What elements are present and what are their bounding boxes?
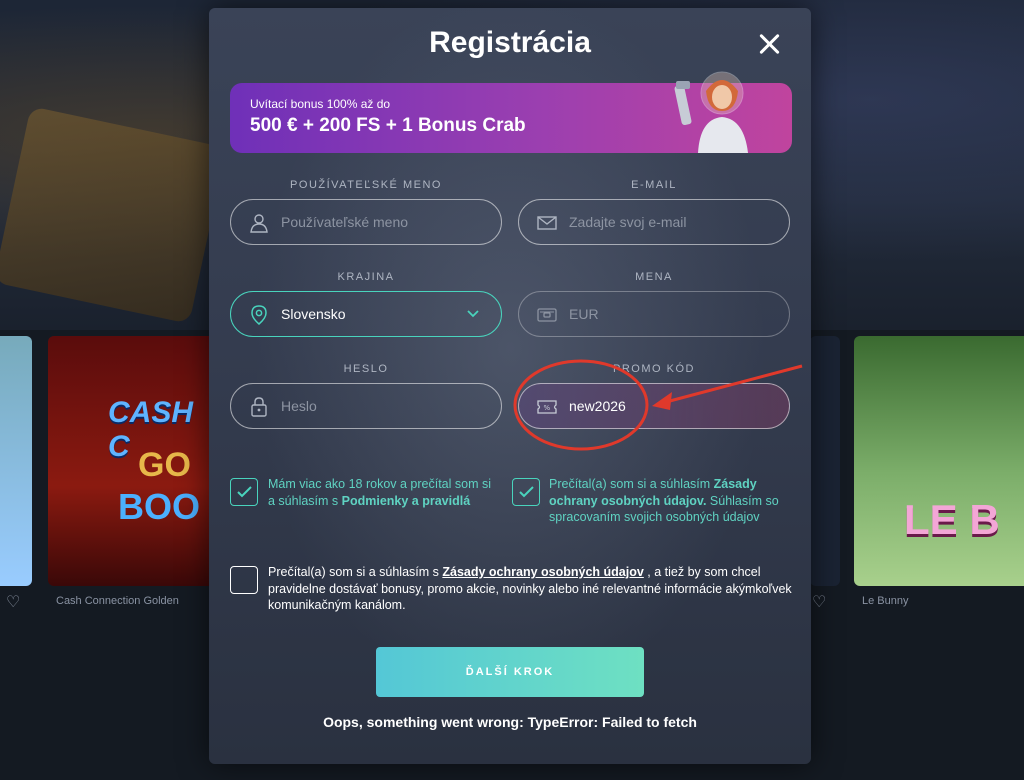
game-card-le-bunny[interactable]: LE B bbox=[854, 336, 1024, 586]
next-step-button[interactable]: ĎALŠÍ KROK bbox=[376, 647, 644, 697]
game-name[interactable]: Cash Connection Golden bbox=[56, 595, 179, 607]
lock-icon bbox=[251, 397, 267, 417]
bonus-subtitle: Uvítací bonus 100% až do bbox=[250, 97, 391, 111]
modal-title: Registrácia bbox=[429, 26, 591, 59]
email-label: E-MAIL bbox=[631, 179, 677, 191]
privacy-text: Prečítal(a) som si a súhlasím Zásady och… bbox=[549, 476, 789, 526]
privacy-policy-link[interactable]: Zásady ochrany osobných údajov bbox=[442, 565, 643, 579]
currency-value: EUR bbox=[569, 306, 599, 322]
astronaut-character-icon bbox=[674, 71, 748, 153]
checkmark-icon bbox=[519, 486, 534, 498]
checkmark-icon bbox=[237, 486, 252, 498]
game-name[interactable]: Le Bunny bbox=[862, 595, 908, 607]
privacy-text-part: Prečítal(a) som si a súhlasím bbox=[549, 477, 714, 491]
username-input[interactable]: Používateľské meno bbox=[230, 199, 502, 245]
heart-plus-icon[interactable]: ♡ bbox=[812, 592, 826, 612]
password-input[interactable]: Heslo bbox=[230, 383, 502, 429]
terms-link[interactable]: Podmienky a pravidlá bbox=[342, 494, 471, 508]
game-art-text: LE B bbox=[904, 496, 1000, 543]
country-value: Slovensko bbox=[281, 306, 346, 322]
game-art-text: BOO bbox=[118, 486, 201, 527]
email-input[interactable]: Zadajte svoj e-mail bbox=[518, 199, 790, 245]
marketing-consent-checkbox[interactable] bbox=[230, 566, 258, 594]
bonus-headline: 500 € + 200 FS + 1 Bonus Crab bbox=[250, 115, 526, 136]
marketing-text-part: Prečítal(a) som si a súhlasím s bbox=[268, 565, 443, 579]
game-card-cash-connection[interactable]: CASH C GO BOO bbox=[48, 336, 218, 586]
close-icon[interactable] bbox=[755, 30, 783, 58]
promo-ticket-icon: % bbox=[537, 400, 557, 414]
username-placeholder: Používateľské meno bbox=[281, 214, 409, 230]
welcome-bonus-banner: Uvítací bonus 100% až do 500 € + 200 FS … bbox=[230, 71, 792, 153]
marketing-consent-text: Prečítal(a) som si a súhlasím s Zásady o… bbox=[268, 564, 793, 614]
promo-code-input[interactable]: % new2026 bbox=[518, 383, 790, 429]
promo-code-label: PROMO KÓD bbox=[613, 363, 695, 375]
svg-text:%: % bbox=[544, 404, 551, 412]
age-terms-text: Mám viac ako 18 rokov a prečítal som si … bbox=[268, 476, 498, 509]
currency-icon bbox=[537, 308, 557, 322]
currency-label: MENA bbox=[635, 271, 673, 283]
privacy-checkbox[interactable] bbox=[512, 478, 540, 506]
email-placeholder: Zadajte svoj e-mail bbox=[569, 214, 687, 230]
user-icon bbox=[250, 214, 268, 233]
promo-code-value: new2026 bbox=[569, 398, 626, 414]
game-card-partial-middle[interactable] bbox=[810, 336, 840, 586]
registration-modal: Registrácia Uvítací bonus 100% až do 500… bbox=[209, 8, 811, 764]
password-placeholder: Heslo bbox=[281, 398, 317, 414]
heart-plus-icon[interactable]: ♡ bbox=[6, 592, 20, 612]
country-label: KRAJINA bbox=[337, 271, 395, 283]
chevron-down-icon[interactable] bbox=[467, 310, 479, 318]
age-terms-checkbox[interactable] bbox=[230, 478, 258, 506]
game-card-partial-left[interactable] bbox=[0, 336, 32, 586]
error-message: Oops, something went wrong: TypeError: F… bbox=[323, 714, 697, 730]
country-select[interactable]: Slovensko bbox=[230, 291, 502, 337]
username-label: POUŽÍVATEĽSKÉ MENO bbox=[290, 179, 442, 191]
email-icon bbox=[537, 216, 557, 230]
game-art-text: GO bbox=[138, 446, 191, 484]
password-label: HESLO bbox=[343, 363, 389, 375]
location-pin-icon bbox=[251, 305, 267, 325]
currency-field: EUR bbox=[518, 291, 790, 337]
